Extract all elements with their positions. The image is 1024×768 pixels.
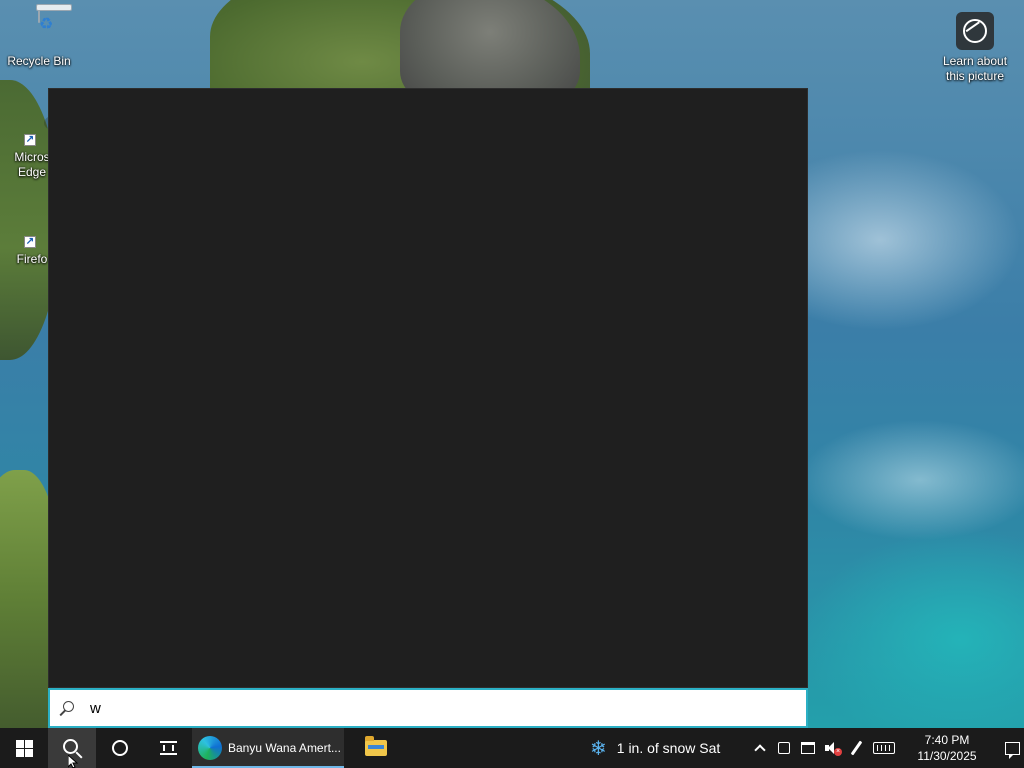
system-tray: × 7:40 PM 11/30/2025	[748, 728, 1024, 768]
show-hidden-icons-button[interactable]	[748, 728, 772, 768]
start-button[interactable]	[0, 728, 48, 768]
shortcut-arrow-icon: ↗	[24, 134, 36, 146]
network-button[interactable]	[796, 728, 820, 768]
desktop-icon-label: Firefo	[16, 252, 48, 266]
clock-date: 11/30/2025	[917, 749, 977, 763]
clock-time: 7:40 PM	[924, 733, 970, 747]
taskbar-app-label: Banyu Wana Amert...	[228, 741, 341, 755]
weather-text: 1 in. of snow Sat	[616, 740, 721, 756]
search-results-panel	[48, 88, 808, 688]
meet-now-button[interactable]	[772, 728, 796, 768]
chevron-up-icon	[754, 744, 766, 756]
learn-about-picture-label: Learn about this picture	[942, 54, 1008, 83]
clock[interactable]: 7:40 PM 11/30/2025	[908, 728, 986, 768]
recycle-bin-icon	[17, 7, 61, 52]
network-icon	[801, 742, 815, 754]
action-center-icon	[1004, 741, 1020, 759]
task-view-icon	[159, 741, 177, 755]
meet-now-icon	[778, 742, 790, 754]
action-center-button[interactable]	[992, 728, 1024, 768]
search-box[interactable]	[48, 688, 808, 728]
volume-button[interactable]: ×	[820, 728, 844, 768]
volume-muted-icon: ×	[825, 741, 842, 756]
cortana-button[interactable]	[96, 728, 144, 768]
desktop-icon-label: Recycle Bin	[7, 54, 71, 68]
taskbar-app-edge[interactable]: Banyu Wana Amert...	[192, 728, 344, 768]
learn-about-picture-icon	[956, 12, 994, 50]
search-input[interactable]	[90, 693, 690, 723]
touch-keyboard-button[interactable]	[868, 728, 900, 768]
taskbar-app-file-explorer[interactable]	[350, 728, 402, 768]
cortana-icon	[112, 740, 128, 756]
search-icon	[50, 690, 90, 726]
shortcut-arrow-icon: ↗	[24, 236, 36, 248]
pen-workspace-button[interactable]	[844, 728, 868, 768]
file-explorer-icon	[365, 736, 387, 756]
taskbar: Banyu Wana Amert... ❄ 1 in. of snow Sat …	[0, 728, 1024, 768]
pen-icon	[850, 740, 862, 756]
desktop-icon-recycle-bin[interactable]: Recycle Bin	[1, 7, 77, 69]
task-view-button[interactable]	[144, 728, 192, 768]
edge-icon	[198, 736, 222, 760]
search-icon	[63, 738, 78, 754]
learn-about-picture-button[interactable]: Learn about this picture	[936, 10, 1014, 84]
touch-keyboard-icon	[873, 742, 895, 754]
windows-start-icon	[15, 739, 33, 757]
snowflake-icon: ❄	[590, 737, 607, 760]
weather-widget[interactable]: ❄ 1 in. of snow Sat	[590, 728, 720, 768]
